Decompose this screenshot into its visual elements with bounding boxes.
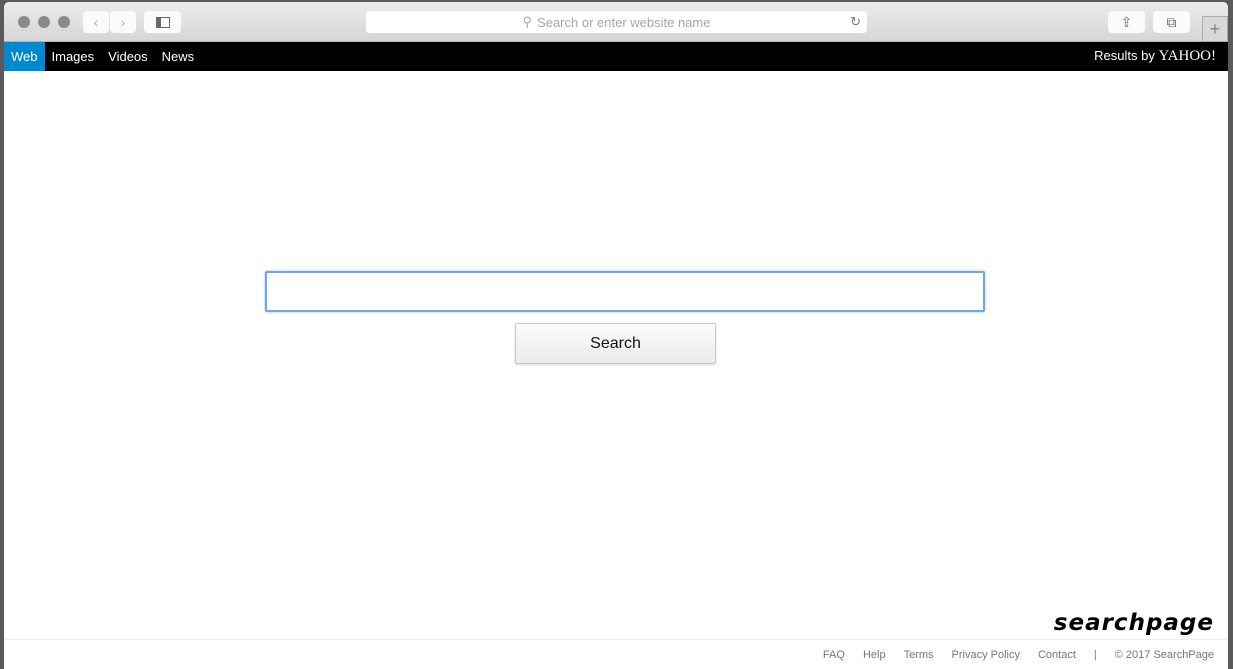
tabs-icon: ⧉	[1166, 13, 1177, 30]
tab-videos[interactable]: Videos	[101, 42, 155, 71]
close-window-button[interactable]	[18, 16, 30, 28]
results-by-label: Results by	[1094, 48, 1155, 63]
yahoo-logo: YAHOO!	[1158, 48, 1217, 64]
address-placeholder: Search or enter website name	[537, 14, 711, 30]
footer-link-faq[interactable]: FAQ	[823, 649, 845, 661]
footer: FAQ Help Terms Privacy Policy Contact | …	[4, 639, 1228, 669]
search-input[interactable]	[265, 271, 985, 312]
new-tab-button[interactable]: +	[1202, 16, 1228, 42]
searchpage-logo: searchpage	[1053, 610, 1214, 636]
tab-web[interactable]: Web	[4, 42, 45, 71]
tab-news[interactable]: News	[155, 42, 202, 71]
reload-icon[interactable]: ↻	[850, 14, 861, 30]
results-by: Results by YAHOO!	[1094, 42, 1216, 70]
zoom-window-button[interactable]	[58, 16, 70, 28]
chevron-left-icon: ‹	[93, 14, 99, 30]
share-button[interactable]: ⇪	[1108, 11, 1145, 33]
share-icon: ⇪	[1120, 13, 1133, 30]
browser-toolbar: ‹ › ⚲ Search or enter website name ↻ ⇪ ⧉ +	[4, 2, 1228, 42]
footer-link-contact[interactable]: Contact	[1038, 649, 1076, 661]
copyright: © 2017 SearchPage	[1114, 648, 1214, 661]
address-bar[interactable]: ⚲ Search or enter website name ↻	[366, 11, 867, 33]
tab-images[interactable]: Images	[45, 42, 102, 71]
browser-window: ‹ › ⚲ Search or enter website name ↻ ⇪ ⧉ +…	[4, 2, 1228, 669]
sidebar-icon	[155, 16, 170, 28]
forward-button[interactable]: ›	[110, 11, 136, 33]
footer-link-privacy[interactable]: Privacy Policy	[952, 649, 1020, 661]
footer-link-terms[interactable]: Terms	[904, 649, 934, 661]
search-icon: ⚲	[522, 14, 533, 29]
back-button[interactable]: ‹	[83, 11, 109, 33]
tabs-overview-button[interactable]: ⧉	[1153, 11, 1190, 33]
search-button[interactable]: Search	[515, 323, 716, 364]
chevron-right-icon: ›	[120, 14, 126, 30]
footer-link-help[interactable]: Help	[863, 649, 886, 661]
sidebar-button[interactable]	[144, 11, 181, 33]
search-nav: Web Images Videos News Results by YAHOO!	[4, 42, 1228, 71]
footer-separator: |	[1093, 648, 1097, 661]
minimize-window-button[interactable]	[38, 16, 50, 28]
